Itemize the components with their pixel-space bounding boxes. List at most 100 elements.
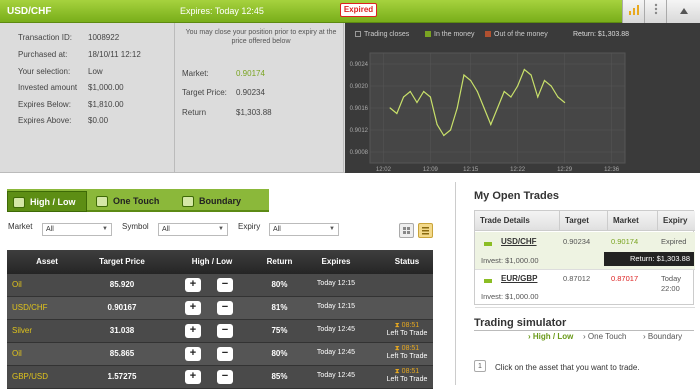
low-button[interactable]: − — [217, 324, 233, 338]
info-label: Your selection: — [18, 67, 71, 76]
boundary-icon — [182, 196, 194, 207]
info-value: 18/10/11 12:12 — [88, 50, 141, 59]
low-button[interactable]: − — [217, 301, 233, 315]
return-percent: 85% — [271, 372, 288, 381]
symbol-select[interactable]: All ▼ — [158, 223, 228, 236]
y-tick-label: 0.9024 — [350, 62, 369, 68]
price-point — [564, 101, 566, 104]
target-price: 85.865 — [109, 349, 135, 358]
table-row[interactable]: GBP/USD 1.57275 + − 85% Today 12:45 ⧗ 08… — [7, 366, 433, 389]
column-header: Market — [607, 211, 657, 231]
trade-expiry: Today 22:00 — [661, 274, 682, 293]
trade-detail-panel: Transaction ID: 1008922 Purchased at: 18… — [0, 23, 700, 173]
table-row[interactable]: Oil 85.865 + − 80% Today 12:45 ⧗ 08:51 Le… — [7, 343, 433, 366]
high-button[interactable]: + — [185, 278, 201, 292]
hourglass-icon: ⧗ — [394, 368, 400, 375]
sim-tab-boundary[interactable]: › Boundary — [643, 332, 682, 341]
expires-time: Today 12:45 — [316, 372, 356, 379]
chart-view-icon[interactable] — [622, 0, 644, 23]
return-percent: 81% — [271, 303, 288, 312]
collapse-arrow-icon[interactable] — [666, 0, 700, 23]
return-percent: 80% — [271, 349, 288, 358]
low-button[interactable]: − — [217, 278, 233, 292]
info-label: Purchased at: — [18, 50, 68, 59]
price-point — [402, 96, 405, 98]
sim-tab-one-touch[interactable]: › One Touch — [583, 332, 626, 341]
one-touch-icon — [96, 196, 108, 207]
close-position-column: You may close your position prior to exp… — [176, 23, 344, 173]
column-header: Target Price — [99, 257, 145, 266]
tab-high-low[interactable]: High / Low — [7, 191, 87, 212]
info-value: Low — [88, 67, 103, 76]
price-point — [530, 74, 532, 76]
price-point — [443, 134, 445, 137]
return-percent: 75% — [271, 326, 288, 335]
x-tick-label: 12:36 — [604, 167, 620, 173]
header-symbol: USD/CHF — [7, 6, 52, 17]
asset-name[interactable]: Silver — [12, 326, 32, 335]
price-point — [523, 68, 525, 71]
price-point — [449, 129, 452, 131]
info-label: Transaction ID: — [18, 33, 72, 42]
trade-pair-link[interactable]: USD/CHF — [501, 237, 537, 246]
list-view-button[interactable] — [418, 223, 433, 238]
expired-badge: Expired — [340, 3, 377, 17]
return-label: Return — [182, 108, 207, 117]
table-row[interactable]: USD/CHF 0.90167 + − 81% Today 12:15 — [7, 297, 433, 320]
price-point — [543, 79, 546, 82]
table-row[interactable]: Oil 85.920 + − 80% Today 12:15 — [7, 274, 433, 297]
chart-plot-area: 0.9024 0.9020 0.9016 0.9012 0.9008 12:02 12:09… — [350, 52, 626, 173]
column-header: Return — [266, 257, 293, 266]
trade-return-box: Return: $1,303.88 — [604, 252, 694, 266]
step-instruction: Click on the asset that you want to trad… — [495, 363, 640, 372]
x-tick-label: 12:15 — [463, 167, 479, 173]
column-header: Asset — [36, 257, 58, 266]
tab-one-touch[interactable]: One Touch — [91, 191, 175, 212]
asset-name[interactable]: Oil — [12, 280, 22, 289]
open-trade-row[interactable]: EUR/GBP Invest: $1,000.00 0.87012 0.8701… — [475, 270, 695, 308]
trade-target: 0.87012 — [563, 274, 591, 283]
low-button[interactable]: − — [217, 347, 233, 361]
price-point — [409, 90, 411, 93]
high-button[interactable]: + — [185, 301, 201, 315]
timer: 08:51 — [401, 368, 420, 375]
expiry-select[interactable]: All ▼ — [269, 223, 339, 236]
trade-market: 0.87017 — [611, 274, 639, 283]
high-button[interactable]: + — [185, 324, 201, 338]
trade-expiry: Expired — [661, 237, 687, 246]
info-value: $1,000.00 — [88, 83, 124, 92]
trade-pair-link[interactable]: EUR/GBP — [501, 274, 537, 283]
market-select[interactable]: All ▼ — [42, 223, 112, 236]
asset-name[interactable]: Oil — [12, 349, 22, 358]
more-options-icon[interactable] — [644, 0, 666, 23]
close-position-note: You may close your position prior to exp… — [185, 29, 337, 45]
target-price: 31.038 — [109, 326, 135, 335]
info-label: Invested amount — [18, 83, 78, 92]
price-point — [557, 96, 559, 98]
grid-view-button[interactable] — [399, 223, 414, 238]
price-point — [456, 107, 458, 109]
status-cell: ⧗ 08:51 Left To Trade — [383, 368, 431, 384]
asset-name[interactable]: USD/CHF — [12, 303, 48, 312]
price-point — [470, 79, 472, 82]
table-row[interactable]: Silver 31.038 + − 75% Today 12:45 ⧗ 08:5… — [7, 320, 433, 343]
info-value: $1,810.00 — [88, 100, 124, 109]
expires-time: Today 12:45 — [316, 349, 356, 356]
tab-boundary[interactable]: Boundary — [177, 191, 263, 212]
open-trades-title: My Open Trades — [474, 190, 559, 202]
high-button[interactable]: + — [185, 370, 201, 384]
timer: 08:51 — [401, 345, 420, 352]
sim-tab-high-low[interactable]: › High / Low — [528, 332, 573, 341]
asset-name[interactable]: GBP/USD — [12, 372, 48, 381]
high-button[interactable]: + — [185, 347, 201, 361]
low-button[interactable]: − — [217, 370, 233, 384]
column-header: Expires — [321, 257, 351, 266]
x-tick-label: 12:02 — [376, 167, 392, 173]
table-header: Asset Target Price High / Low Return Exp… — [7, 250, 433, 274]
target-price: 0.90167 — [107, 303, 137, 312]
info-label: Expires Above: — [18, 116, 72, 125]
status-text: Left To Trade — [386, 353, 428, 360]
simulator-divider — [474, 330, 694, 331]
x-tick-label: 12:22 — [510, 167, 526, 173]
price-point — [463, 74, 465, 76]
